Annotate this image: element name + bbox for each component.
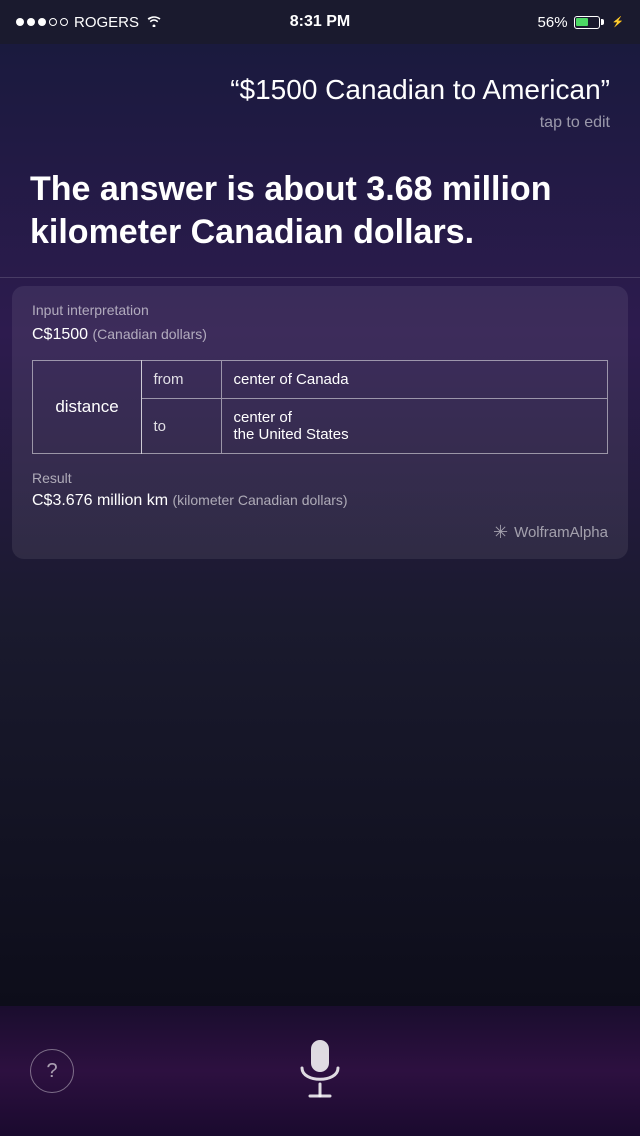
help-icon: ?: [46, 1060, 57, 1083]
result-label: Result: [32, 470, 608, 486]
answer-section: The answer is about 3.68 million kilomet…: [0, 148, 640, 277]
signal-dot-4: [49, 18, 57, 26]
wolfram-branding: ✳ WolframAlpha: [32, 522, 608, 543]
input-value: C$1500 (Canadian dollars): [32, 326, 608, 344]
answer-text: The answer is about 3.68 million kilomet…: [30, 168, 610, 253]
battery-percentage: 56%: [538, 14, 568, 31]
status-bar: ROGERS 8:31 PM 56% ⚡: [0, 0, 640, 44]
to-label: to: [142, 399, 222, 453]
signal-dot-1: [16, 18, 24, 26]
result-amount: C$3.676 million km: [32, 492, 168, 509]
help-button[interactable]: ?: [30, 1049, 74, 1093]
result-value: C$3.676 million km (kilometer Canadian d…: [32, 492, 608, 510]
signal-dot-5: [60, 18, 68, 26]
signal-dot-3: [38, 18, 46, 26]
signal-dot-2: [27, 18, 35, 26]
wolfram-asterisk-icon: ✳: [493, 522, 508, 543]
main-content: “$1500 Canadian to American” tap to edit…: [0, 44, 640, 1006]
table-row-to: to center ofthe United States: [142, 398, 608, 453]
table-row-from: from center of Canada: [142, 361, 608, 398]
bottom-toolbar: ?: [0, 1006, 640, 1136]
distance-table: distance from center of Canada to center…: [32, 360, 608, 454]
query-text[interactable]: “$1500 Canadian to American”: [30, 72, 610, 108]
table-right: from center of Canada to center ofthe Un…: [141, 360, 609, 454]
microphone-icon: [297, 1038, 343, 1104]
status-time: 8:31 PM: [290, 13, 350, 31]
wolfram-brand-name: WolframAlpha: [514, 524, 608, 541]
battery-icon: [574, 16, 604, 29]
input-interpretation-label: Input interpretation: [32, 302, 608, 318]
tap-to-edit-hint[interactable]: tap to edit: [30, 114, 610, 132]
input-amount: C$1500: [32, 326, 88, 343]
input-currency-label: (Canadian dollars): [93, 326, 207, 342]
query-section[interactable]: “$1500 Canadian to American” tap to edit: [0, 44, 640, 148]
signal-strength: [16, 18, 68, 26]
carrier-label: ROGERS: [74, 14, 139, 31]
from-label: from: [142, 361, 222, 398]
distance-label-box: distance: [32, 360, 142, 454]
to-value: center ofthe United States: [222, 399, 608, 453]
section-divider: [0, 277, 640, 278]
status-left: ROGERS: [16, 14, 163, 31]
result-unit-parens: (kilometer Canadian dollars): [173, 492, 348, 508]
card-section: Input interpretation C$1500 (Canadian do…: [12, 286, 628, 559]
from-value: center of Canada: [222, 361, 608, 398]
microphone-button[interactable]: [288, 1031, 352, 1111]
charging-icon: ⚡: [612, 17, 624, 28]
status-right: 56% ⚡: [538, 14, 624, 31]
wifi-icon: [145, 14, 163, 30]
